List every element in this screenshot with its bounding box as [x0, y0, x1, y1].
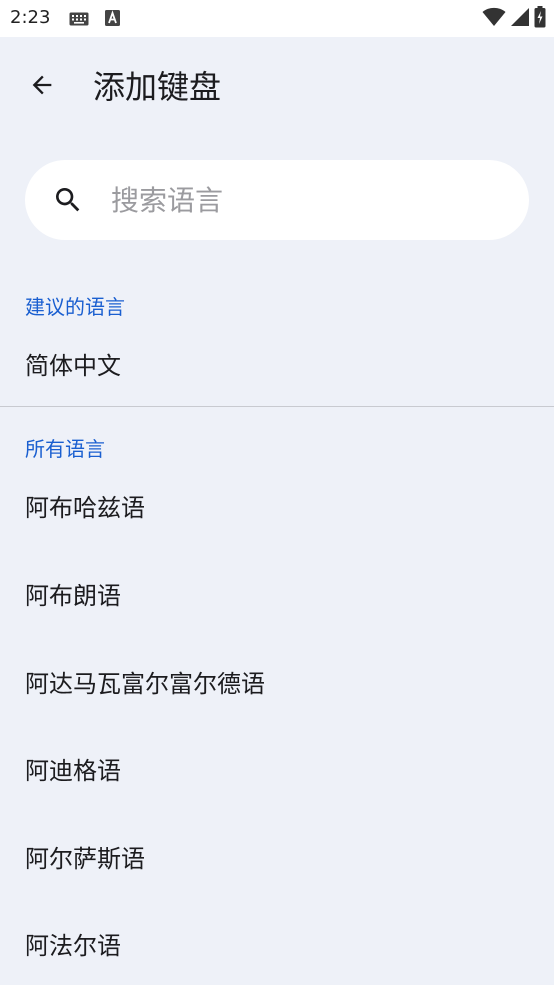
language-label: 简体中文 [25, 352, 121, 380]
arrow-left-icon [28, 71, 56, 103]
language-label: 阿布朗语 [25, 582, 121, 610]
language-label: 阿迪格语 [25, 757, 121, 785]
status-bar: 2:23 [0, 0, 554, 37]
language-label: 阿法尔语 [25, 932, 121, 960]
status-right-icons [482, 6, 546, 32]
page-title: 添加键盘 [93, 68, 222, 106]
search-input[interactable] [111, 160, 511, 240]
a-icon [105, 10, 120, 30]
language-label: 阿尔萨斯语 [25, 845, 145, 873]
search-icon [52, 184, 84, 216]
suggested-languages-header: 建议的语言 [25, 295, 125, 319]
app-bar: 添加键盘 [0, 37, 554, 137]
battery-icon [534, 6, 546, 32]
signal-icon [510, 7, 530, 31]
language-label: 阿达马瓦富尔富尔德语 [25, 670, 265, 698]
keyboard-icon [69, 11, 89, 30]
status-time: 2:23 [10, 7, 51, 28]
back-button[interactable] [20, 65, 64, 109]
all-languages-header: 所有语言 [25, 437, 105, 461]
list-item[interactable]: 阿布朗语 [0, 562, 554, 622]
list-item[interactable]: 简体中文 [0, 332, 554, 392]
search-bar[interactable] [25, 160, 529, 240]
list-item[interactable]: 阿法尔语 [0, 912, 554, 972]
list-item[interactable]: 阿达马瓦富尔富尔德语 [0, 650, 554, 710]
list-item[interactable]: 阿迪格语 [0, 737, 554, 797]
list-item[interactable]: 阿布哈兹语 [0, 474, 554, 534]
wifi-icon [482, 7, 506, 31]
language-label: 阿布哈兹语 [25, 494, 145, 522]
divider [0, 406, 554, 407]
list-item[interactable]: 阿尔萨斯语 [0, 825, 554, 885]
